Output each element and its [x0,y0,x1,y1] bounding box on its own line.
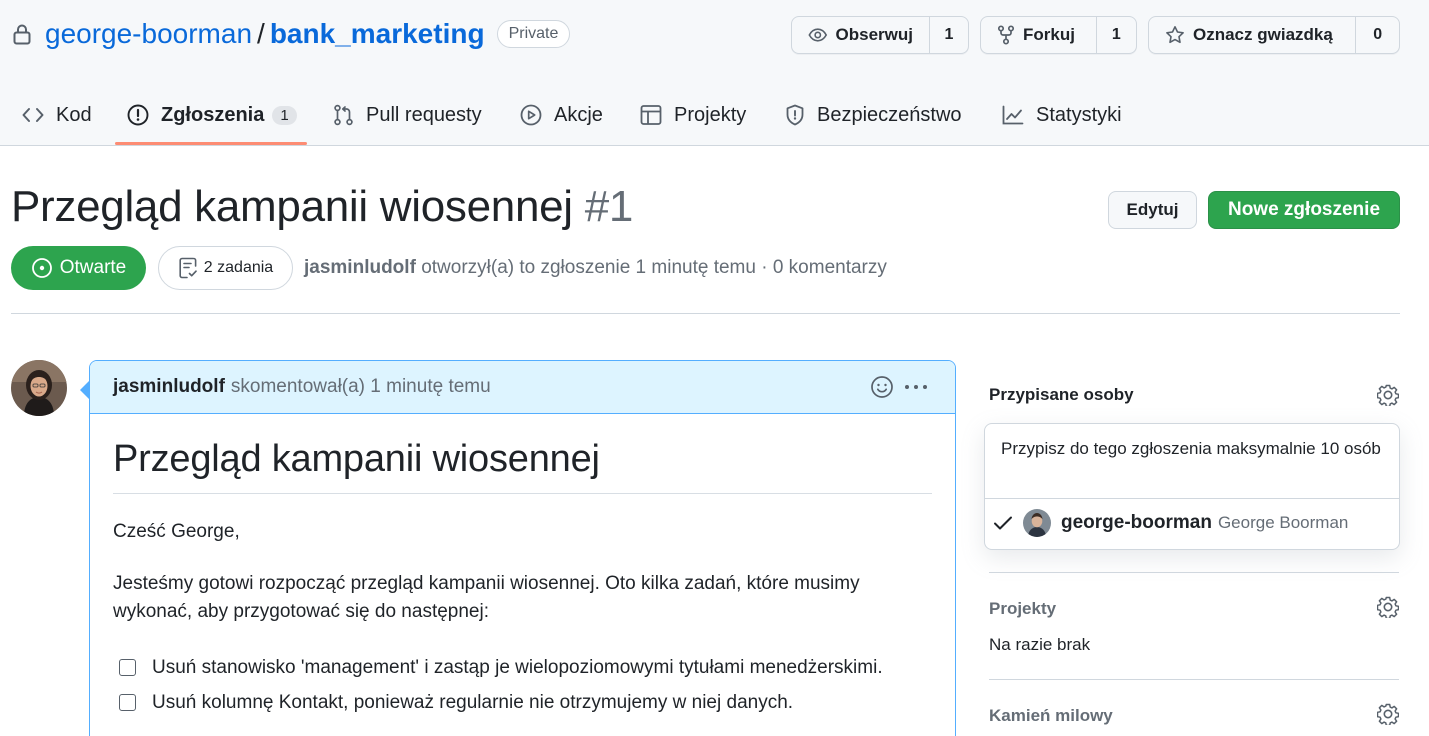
repo-nav-tabs: Kod Zgłoszenia 1 Pull requesty Akcje Pro… [0,84,1429,146]
assignees-gear-icon[interactable] [1377,384,1399,406]
sidebar-divider [989,572,1399,573]
issue-comment: jasminludolf skomentował(a) 1 minutę tem… [89,360,956,736]
comment-action-text: skomentował(a) 1 minutę temu [230,376,491,397]
tab-insights[interactable]: Statystyki [1002,84,1122,146]
tab-security[interactable]: Bezpieczeństwo [785,84,962,146]
issue-title: Przegląd kampanii wiosennej #1 [11,182,633,232]
assignees-hint: Przypisz do tego zgłoszenia maksymalnie … [985,424,1399,499]
tab-label: Bezpieczeństwo [817,103,962,126]
tab-actions[interactable]: Akcje [520,84,603,146]
issue-meta-row: Otwarte 2 zadania jasminludolf otworzył(… [11,246,887,290]
task-text: Usuń kolumnę Kontakt, ponieważ regularni… [152,692,794,713]
comment-header: jasminludolf skomentował(a) 1 minutę tem… [90,361,955,414]
comment-author-link[interactable]: jasminludolf [113,376,225,398]
projects-heading: Projekty [989,599,1057,618]
issue-opened-text: jasminludolf otworzył(a) to zgłoszenie 1… [304,257,887,279]
milestone-gear-icon[interactable] [1377,703,1399,725]
fork-icon [997,25,1015,45]
issue-title-text: Przegląd kampanii wiosennej [11,182,573,231]
watch-label: Obserwuj [835,25,913,44]
assignee-avatar [1023,509,1051,537]
tab-label: Zgłoszenia [161,103,265,126]
projects-gear-icon[interactable] [1377,596,1399,618]
star-button[interactable]: Oznacz gwiazdką [1149,17,1357,53]
comment-actions [870,375,929,399]
tasks-label: 2 zadania [203,259,274,276]
comment-body: Przegląd kampanii wiosennej Cześć George… [90,414,955,736]
star-count[interactable]: 0 [1356,17,1399,53]
lock-icon [12,23,32,45]
header-divider [11,313,1400,314]
milestone-heading: Kamień milowy [989,706,1113,725]
issue-state-label: Otwarte [59,257,127,278]
fork-label: Forkuj [1023,25,1075,44]
tab-label: Statystyki [1036,103,1122,126]
smiley-icon[interactable] [870,375,894,399]
watch-button-group: Obserwuj 1 [791,16,969,54]
task-list-item: Usuń stanowisko 'management' i zastąp je… [113,650,932,685]
fork-button[interactable]: Forkuj [981,17,1097,53]
issue-state-badge: Otwarte [11,246,146,290]
repo-separator: / [257,18,265,49]
comment-intro: Jesteśmy gotowi rozpocząć przegląd kampa… [113,573,860,622]
comment-greeting: Cześć George, [113,521,240,542]
kebab-horizontal-icon[interactable] [903,375,929,399]
tab-projects[interactable]: Projekty [640,84,746,146]
task-list: Usuń stanowisko 'management' i zastąp je… [113,650,932,720]
projects-value: Na razie brak [989,635,1091,654]
table-icon [640,105,662,125]
assignee-option[interactable]: george-boorman George Boorman [993,509,1348,537]
issue-opened-detail: otworzył(a) to zgłoszenie 1 minutę temu … [421,257,887,278]
tab-label: Akcje [554,103,603,126]
repo-owner-link[interactable]: george-boorman [45,18,252,50]
eye-icon [808,28,828,42]
sidebar-divider [989,679,1399,680]
visibility-badge: Private [496,20,571,48]
tab-issues[interactable]: Zgłoszenia 1 [127,84,297,146]
check-icon [994,516,1012,530]
issue-open-icon [31,258,52,278]
watch-count[interactable]: 1 [930,17,968,53]
assignee-login: george-boorman [1061,512,1212,533]
fork-button-group: Forkuj 1 [980,16,1137,54]
edit-issue-button[interactable]: Edytuj [1108,191,1197,229]
tab-label: Kod [56,103,92,126]
tab-label: Pull requesty [366,103,482,126]
avatar[interactable] [11,360,67,416]
watch-button[interactable]: Obserwuj [792,17,930,53]
tab-label: Projekty [674,103,747,126]
task-list-item: Usuń kolumnę Kontakt, ponieważ regularni… [113,685,932,720]
issues-counter: 1 [272,105,297,125]
star-label: Oznacz gwiazdką [1193,25,1333,44]
assignee-full-name: George Boorman [1217,513,1349,532]
task-checkbox[interactable] [119,694,136,711]
tasks-pill[interactable]: 2 zadania [158,246,293,290]
comment-heading: Przegląd kampanii wiosennej [113,438,932,494]
repo-title: george-boorman / bank_marketing Private [12,16,571,52]
issue-author-link[interactable]: jasminludolf [304,257,416,278]
selected-tab-underline [115,142,307,145]
tab-pull-requests[interactable]: Pull requesty [333,84,482,146]
assignees-popover: Przypisz do tego zgłoszenia maksymalnie … [984,423,1400,550]
issue-number: #1 [584,182,634,231]
task-text: Usuń stanowisko 'management' i zastąp je… [152,657,883,678]
graph-icon [1002,105,1024,125]
pull-request-icon [334,104,353,126]
assignees-heading: Przypisane osoby [989,385,1134,404]
repo-name-link[interactable]: bank_marketing [270,18,485,50]
code-icon [22,108,44,122]
issue-icon [127,104,149,126]
repo-header: george-boorman / bank_marketing Private … [0,0,1429,146]
tab-code[interactable]: Kod [22,84,92,146]
fork-count[interactable]: 1 [1097,17,1136,53]
shield-icon [786,104,804,126]
task-checkbox[interactable] [119,659,136,676]
checklist-icon [179,257,197,279]
star-icon [1166,26,1184,44]
play-icon [520,104,542,126]
new-issue-button[interactable]: Nowe zgłoszenie [1208,191,1400,229]
star-button-group: Oznacz gwiazdką 0 [1148,16,1400,54]
